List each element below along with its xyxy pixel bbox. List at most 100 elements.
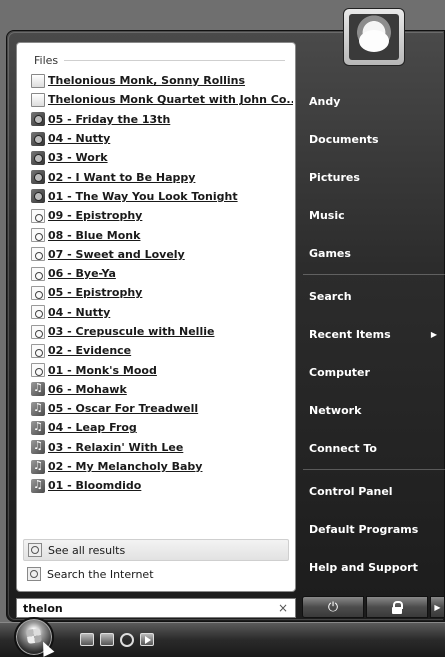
music-link[interactable]: Music xyxy=(303,204,445,226)
album-art-icon xyxy=(31,150,45,165)
computer-label: Computer xyxy=(309,365,370,379)
search-result-item[interactable]: 06 - Bye-Ya xyxy=(31,264,293,283)
user-picture[interactable] xyxy=(343,8,405,66)
audio-file-icon xyxy=(31,208,45,223)
switch-windows-icon[interactable] xyxy=(100,633,114,646)
audio-file-icon xyxy=(31,305,45,320)
search-result-item[interactable]: 06 - Mohawk xyxy=(31,380,293,399)
power-button[interactable]: ⏻ xyxy=(302,596,364,618)
music-file-icon xyxy=(31,459,45,474)
search-result-item[interactable]: 04 - Leap Frog xyxy=(31,418,293,437)
files-header-divider xyxy=(64,60,285,61)
document-icon xyxy=(31,73,45,88)
files-header-label: Files xyxy=(34,53,59,67)
default-programs-label: Default Programs xyxy=(309,522,419,536)
network-link[interactable]: Network xyxy=(303,399,445,421)
start-search-input[interactable]: thelon × xyxy=(16,598,296,618)
search-result-label: 07 - Sweet and Lovely xyxy=(48,247,185,261)
search-internet-label: Search the Internet xyxy=(47,567,154,581)
search-result-label: 02 - My Melancholy Baby xyxy=(48,460,203,474)
search-result-item[interactable]: 08 - Blue Monk xyxy=(31,225,293,244)
search-result-item[interactable]: 01 - Monk's Mood xyxy=(31,360,293,379)
control-panel-link[interactable]: Control Panel xyxy=(303,480,445,502)
connect-to-label: Connect To xyxy=(309,441,377,455)
search-result-item[interactable]: 05 - Friday the 13th xyxy=(31,110,293,129)
search-result-label: 04 - Leap Frog xyxy=(48,421,137,435)
search-result-item[interactable]: 07 - Sweet and Lovely xyxy=(31,245,293,264)
search-result-item[interactable]: 03 - Crepuscule with Nellie xyxy=(31,322,293,341)
search-results-icon xyxy=(28,543,42,557)
user-folder-link[interactable]: Andy xyxy=(303,90,445,112)
games-label: Games xyxy=(309,246,351,260)
pictures-link[interactable]: Pictures xyxy=(303,166,445,188)
album-art-icon xyxy=(31,131,45,146)
lock-button[interactable] xyxy=(366,596,428,618)
see-all-results-link[interactable]: See all results xyxy=(23,539,289,561)
search-internet-icon xyxy=(27,567,41,581)
help-support-link[interactable]: Help and Support xyxy=(303,556,445,578)
help-support-label: Help and Support xyxy=(309,560,418,574)
search-result-label: 08 - Blue Monk xyxy=(48,228,141,242)
search-result-item[interactable]: 02 - My Melancholy Baby xyxy=(31,457,293,476)
music-file-icon xyxy=(31,439,45,455)
right-pane-divider xyxy=(303,469,445,470)
computer-link[interactable]: Computer xyxy=(303,361,445,383)
internet-explorer-icon[interactable] xyxy=(120,633,134,647)
search-result-item[interactable]: 05 - Oscar For Treadwell xyxy=(31,399,293,418)
search-result-item[interactable]: 05 - Epistrophy xyxy=(31,283,293,302)
audio-file-icon xyxy=(31,343,45,358)
pictures-label: Pictures xyxy=(309,170,360,184)
recent-items-link[interactable]: Recent Items ▶ xyxy=(303,323,445,345)
control-panel-label: Control Panel xyxy=(309,484,393,498)
search-results-pane: Files Thelonious Monk, Sonny Rollins Thel… xyxy=(16,42,296,592)
search-result-item[interactable]: Thelonious Monk Quartet with John Co... xyxy=(31,90,293,109)
search-links: See all results Search the Internet xyxy=(23,539,289,585)
audio-file-icon xyxy=(31,324,45,339)
album-art-icon xyxy=(31,170,45,185)
search-result-label: 02 - Evidence xyxy=(48,344,132,358)
documents-link[interactable]: Documents xyxy=(303,128,445,150)
search-label: Search xyxy=(309,289,352,303)
search-internet-link[interactable]: Search the Internet xyxy=(23,563,289,585)
search-result-item[interactable]: 01 - Bloomdido xyxy=(31,476,293,495)
see-all-results-label: See all results xyxy=(48,543,126,557)
search-result-item[interactable]: 09 - Epistrophy xyxy=(31,206,293,225)
connect-to-link[interactable]: Connect To xyxy=(303,437,445,459)
search-result-item[interactable]: 04 - Nutty xyxy=(31,303,293,322)
arrow-right-icon: ▶ xyxy=(434,602,441,612)
games-link[interactable]: Games xyxy=(303,242,445,264)
lock-icon xyxy=(392,600,403,614)
audio-file-icon xyxy=(31,363,45,378)
search-result-label: 04 - Nutty xyxy=(48,305,111,319)
recent-items-label: Recent Items xyxy=(309,327,391,341)
files-group-header: Files xyxy=(34,53,285,67)
search-result-label: 05 - Oscar For Treadwell xyxy=(48,402,199,416)
search-result-label: 03 - Relaxin' With Lee xyxy=(48,440,184,454)
search-result-item[interactable]: 03 - Relaxin' With Lee xyxy=(31,438,293,457)
submenu-arrow-icon: ▶ xyxy=(430,329,437,339)
search-input-value: thelon xyxy=(23,601,63,615)
search-result-label: Thelonious Monk, Sonny Rollins xyxy=(48,74,246,88)
music-file-icon xyxy=(31,420,45,435)
show-desktop-icon[interactable] xyxy=(80,633,94,646)
search-result-item[interactable]: 03 - Work xyxy=(31,148,293,167)
search-result-item[interactable]: Thelonious Monk, Sonny Rollins xyxy=(31,71,293,90)
search-result-item[interactable]: 02 - I Want to Be Happy xyxy=(31,167,293,186)
documents-label: Documents xyxy=(309,132,379,146)
search-link[interactable]: Search xyxy=(303,285,445,307)
power-options-button[interactable]: ▶ xyxy=(430,596,445,618)
audio-file-icon xyxy=(31,247,45,262)
search-result-item[interactable]: 02 - Evidence xyxy=(31,341,293,360)
search-result-label: Thelonious Monk Quartet with John Co... xyxy=(48,93,293,107)
document-icon xyxy=(31,92,45,107)
search-result-item[interactable]: 04 - Nutty xyxy=(31,129,293,148)
album-art-icon xyxy=(31,189,45,204)
clear-search-icon[interactable]: × xyxy=(277,601,289,615)
search-result-item[interactable]: 01 - The Way You Look Tonight xyxy=(31,187,293,206)
search-result-label: 01 - The Way You Look Tonight xyxy=(48,189,238,203)
default-programs-link[interactable]: Default Programs xyxy=(303,518,445,540)
audio-file-icon xyxy=(31,285,45,300)
search-result-label: 01 - Monk's Mood xyxy=(48,363,157,377)
media-player-icon[interactable] xyxy=(140,633,154,646)
power-icon: ⏻ xyxy=(327,599,339,615)
